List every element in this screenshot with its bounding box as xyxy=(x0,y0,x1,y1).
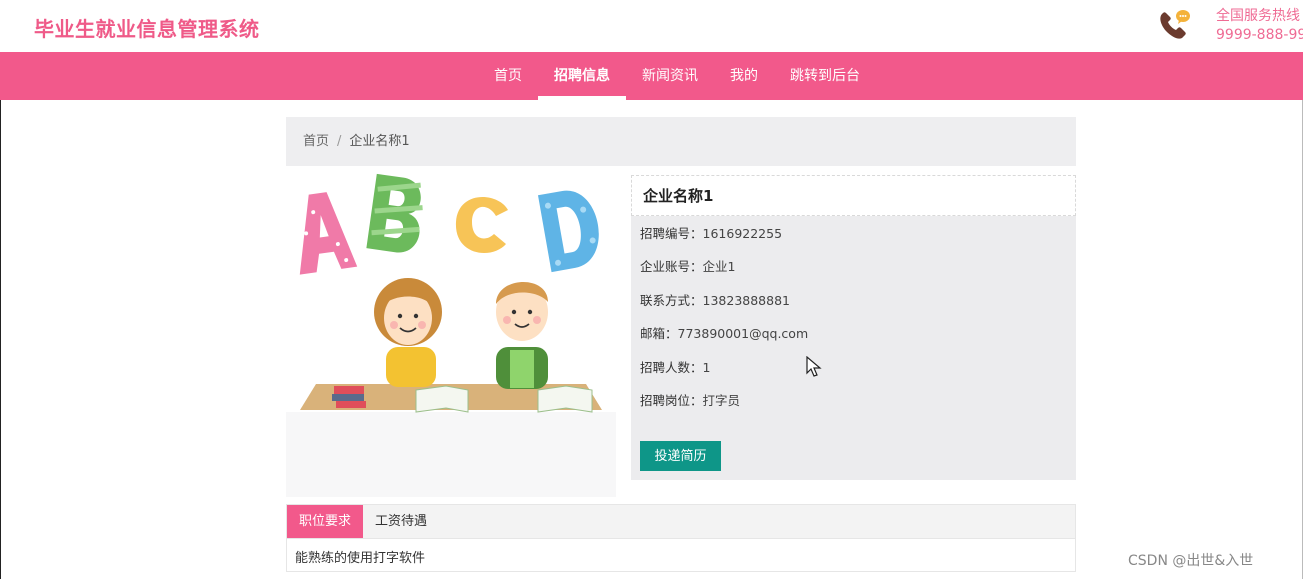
nav-item-admin[interactable]: 跳转到后台 xyxy=(774,52,876,100)
breadcrumb-home[interactable]: 首页 xyxy=(303,134,329,149)
info-label: 企业账号： xyxy=(640,259,703,275)
info-row-position: 招聘岗位：打字员 xyxy=(640,392,1076,425)
watermark: CSDN @出世&入世 xyxy=(1128,553,1254,569)
info-row-company-account: 企业账号：企业1 xyxy=(640,258,1076,291)
nav-item-home[interactable]: 首页 xyxy=(478,52,538,100)
info-value: 企业1 xyxy=(702,259,736,275)
info-row-contact: 联系方式：13823888881 xyxy=(640,292,1076,325)
phone-chat-icon xyxy=(1160,10,1190,39)
company-name-heading: 企业名称1 xyxy=(631,175,1076,216)
info-label: 联系方式： xyxy=(640,292,703,308)
info-row-headcount: 招聘人数：1 xyxy=(640,359,1076,392)
info-label: 招聘编号： xyxy=(640,226,703,241)
info-value: 打字员 xyxy=(702,392,741,408)
info-label: 邮箱： xyxy=(640,326,678,342)
info-value: 13823888881 xyxy=(702,292,790,308)
nav-items: 首页 招聘信息 新闻资讯 我的 跳转到后台 xyxy=(478,52,876,100)
info-list: 招聘编号：1616922255 企业账号：企业1 联系方式：1382388888… xyxy=(631,216,1076,425)
nav-item-recruitment[interactable]: 招聘信息 xyxy=(538,52,626,100)
info-value: 1 xyxy=(702,359,711,375)
submit-resume-button[interactable]: 投递简历 xyxy=(640,441,721,471)
hotline-label: 全国服务热线 xyxy=(1216,8,1300,24)
info-label: 招聘岗位： xyxy=(640,392,703,408)
nav-item-news[interactable]: 新闻资讯 xyxy=(626,52,714,100)
breadcrumb-separator: / xyxy=(337,134,342,149)
info-row-recruit-id: 招聘编号：1616922255 xyxy=(640,225,1076,258)
breadcrumb: 首页 / 企业名称1 xyxy=(286,117,1076,166)
tab-job-requirements[interactable]: 职位要求 xyxy=(287,505,364,538)
tab-content: 能熟练的使用打字软件 xyxy=(295,551,426,566)
hotline-number: 9999-888-999 xyxy=(1216,27,1303,43)
detail-tabs: 职位要求 工资待遇 能熟练的使用打字软件 xyxy=(286,504,1076,572)
site-title[interactable]: 毕业生就业信息管理系统 xyxy=(34,13,260,42)
students-abcd-illustration: A B C D xyxy=(286,172,616,413)
info-value: 1616922255 xyxy=(702,226,783,241)
recruitment-info-panel: 企业名称1 招聘编号：1616922255 企业账号：企业1 联系方式：1382… xyxy=(631,175,1076,480)
tab-salary[interactable]: 工资待遇 xyxy=(363,505,439,538)
main-nav: 首页 招聘信息 新闻资讯 我的 跳转到后台 xyxy=(0,52,1303,100)
info-value: 773890001@qq.com xyxy=(677,326,809,342)
tab-header: 职位要求 工资待遇 xyxy=(287,505,1075,539)
company-image: A B C D xyxy=(286,172,616,497)
info-label: 招聘人数： xyxy=(640,359,703,375)
mouse-pointer-icon xyxy=(806,356,822,377)
nav-item-mine[interactable]: 我的 xyxy=(714,52,774,100)
info-row-email: 邮箱：773890001@qq.com xyxy=(640,325,1076,358)
breadcrumb-current: 企业名称1 xyxy=(349,134,410,149)
top-header: 毕业生就业信息管理系统 全国服务热线 9999-888-999 xyxy=(0,0,1303,52)
hotline-info: 全国服务热线 9999-888-999 xyxy=(1216,7,1303,45)
